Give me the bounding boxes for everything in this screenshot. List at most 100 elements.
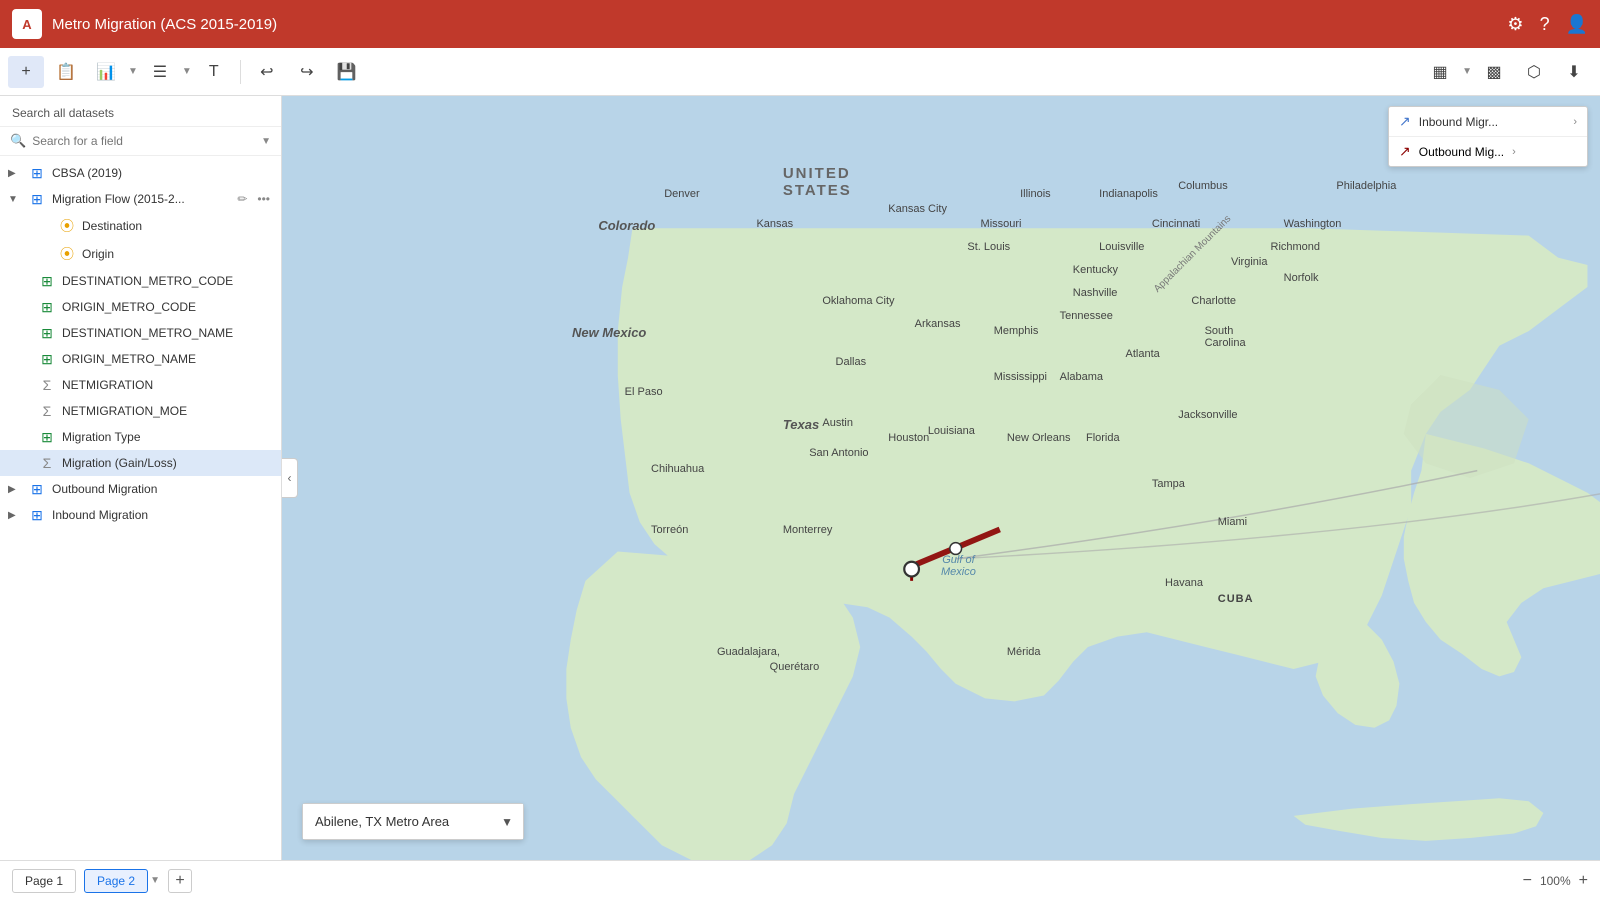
expand-arrow-cbsa: ▶ (8, 168, 22, 179)
help-icon[interactable]: ? (1540, 14, 1550, 35)
geo-icon-destination: ⦿ (58, 216, 76, 236)
toolbar-right: ▦ ▼ ▩ ⬡ ⬇ (1422, 56, 1592, 88)
zoom-in-button[interactable]: + (1579, 872, 1588, 890)
map-button[interactable]: ⬡ (1516, 56, 1552, 88)
map-legend-card: ↗ Inbound Migr... › ↗ Page 1 Outbound Mi… (1388, 106, 1588, 167)
measure-icon-origin-name: ⊞ (38, 351, 56, 368)
field-label-migration-gainloss: Migration (Gain/Loss) (62, 456, 177, 470)
sidebar-collapse-button[interactable]: ‹ (282, 458, 298, 498)
measure-icon-migration-type: ⊞ (38, 429, 56, 446)
metro-dropdown-wrapper[interactable]: Abilene, TX Metro Area Austin, TX Metro … (303, 804, 523, 839)
field-label-netmigration-moe: NETMIGRATION_MOE (62, 404, 187, 418)
dataset-item-cbsa[interactable]: ▶ ⊞ CBSA (2019) (0, 160, 281, 186)
measure-icon-dest-code: ⊞ (38, 273, 56, 290)
zoom-out-button[interactable]: − (1523, 872, 1532, 890)
dataset-item-migration-flow[interactable]: ▼ ⊞ Migration Flow (2015-2... ✏ ••• (0, 186, 281, 212)
zoom-controls: − 100% + (1523, 872, 1588, 890)
page2-dropdown-arrow[interactable]: ▼ (150, 875, 160, 886)
download-button[interactable]: ⬇ (1556, 56, 1592, 88)
inbound-legend-icon: ↗ (1399, 113, 1411, 130)
settings-icon[interactable]: ⚙ (1507, 14, 1523, 35)
text-button[interactable]: T (196, 56, 232, 88)
top-icons: ⚙ ? 👤 (1507, 14, 1588, 35)
search-input[interactable] (32, 134, 255, 148)
dataset-item-inbound[interactable]: ▶ ⊞ Inbound Migration (0, 502, 281, 528)
chart-button[interactable]: 📊 (88, 56, 124, 88)
statusbar: Page 1 Page 2 ▼ + − 100% + (0, 860, 1600, 900)
dataset-label-migration: Migration Flow (2015-2... (52, 192, 185, 206)
legend-outbound-text: Outbound Mig... (1419, 145, 1504, 159)
search-box: 🔍 ▼ (0, 127, 281, 156)
grid2-button[interactable]: ▩ (1476, 56, 1512, 88)
field-label-origin: Origin (82, 247, 114, 261)
main-content: Search all datasets 🔍 ▼ ▶ ⊞ CBSA (2019) … (0, 96, 1600, 860)
undo-button[interactable]: ↩ (249, 56, 285, 88)
toolbar-separator-1 (240, 60, 241, 84)
field-label-dest-metro-name: DESTINATION_METRO_NAME (62, 326, 233, 340)
sidebar-header: Search all datasets (0, 96, 281, 127)
app-logo: A (12, 9, 42, 39)
field-label-dest-metro-code: DESTINATION_METRO_CODE (62, 274, 233, 288)
field-origin-metro-code[interactable]: ⊞ ORIGIN_METRO_CODE (0, 294, 281, 320)
legend-outbound-arrow: › (1512, 146, 1516, 158)
zoom-level: 100% (1540, 874, 1571, 888)
field-origin[interactable]: ⦿ Origin (0, 240, 281, 268)
metro-dropdown-select[interactable]: Abilene, TX Metro Area Austin, TX Metro … (303, 804, 523, 839)
field-destination[interactable]: ⦿ Destination (0, 212, 281, 240)
legend-inbound-label: Inbound Migr... (1419, 115, 1566, 129)
field-migration-gainloss[interactable]: Σ Migration (Gain/Loss) (0, 450, 281, 476)
field-dest-metro-code[interactable]: ⊞ DESTINATION_METRO_CODE (0, 268, 281, 294)
map-area[interactable]: ‹ (282, 96, 1600, 860)
search-dropdown-arrow[interactable]: ▼ (261, 136, 271, 147)
field-netmigration-moe[interactable]: Σ NETMIGRATION_MOE (0, 398, 281, 424)
geo-icon-origin: ⦿ (58, 244, 76, 264)
map-svg (282, 96, 1600, 860)
measure-icon-dest-name: ⊞ (38, 325, 56, 342)
topbar: A Metro Migration (ACS 2015-2019) ⚙ ? 👤 (0, 0, 1600, 48)
field-label-migration-type: Migration Type (62, 430, 141, 444)
legend-inbound[interactable]: ↗ Inbound Migr... › (1389, 107, 1587, 137)
table-icon-migration: ⊞ (28, 191, 46, 208)
field-netmigration[interactable]: Σ NETMIGRATION (0, 372, 281, 398)
field-label-origin-metro-name: ORIGIN_METRO_NAME (62, 352, 196, 366)
table-button[interactable]: ☰ (142, 56, 178, 88)
legend-outbound[interactable]: ↗ Page 1 Outbound Mig... › (1389, 137, 1587, 166)
page2-button[interactable]: Page 2 (84, 869, 148, 893)
dataset-label-outbound: Outbound Migration (52, 482, 157, 496)
table-icon-cbsa: ⊞ (28, 165, 46, 182)
sidebar: Search all datasets 🔍 ▼ ▶ ⊞ CBSA (2019) … (0, 96, 282, 860)
calc-icon-netmigration-moe: Σ (38, 403, 56, 419)
dataset-list: ▶ ⊞ CBSA (2019) ▼ ⊞ Migration Flow (2015… (0, 156, 281, 860)
metro-dropdown-container[interactable]: Abilene, TX Metro Area Austin, TX Metro … (302, 803, 524, 840)
field-migration-type[interactable]: ⊞ Migration Type (0, 424, 281, 450)
user-icon[interactable]: 👤 (1566, 14, 1588, 35)
grid1-button[interactable]: ▦ (1422, 56, 1458, 88)
page1-button[interactable]: Page 1 (12, 869, 76, 893)
redo-button[interactable]: ↪ (289, 56, 325, 88)
more-icon[interactable]: ••• (254, 191, 273, 207)
calc-icon-netmigration: Σ (38, 377, 56, 393)
sheet-button[interactable]: 📋 (48, 56, 84, 88)
outbound-legend-icon: ↗ (1399, 143, 1411, 160)
toolbar: + 📋 📊 ▼ ☰ ▼ T ↩ ↪ 💾 ▦ ▼ ▩ ⬡ ⬇ (0, 48, 1600, 96)
dataset-label-inbound: Inbound Migration (52, 508, 148, 522)
save-button[interactable]: 💾 (329, 56, 365, 88)
app-title: Metro Migration (ACS 2015-2019) (52, 16, 1497, 33)
edit-icon[interactable]: ✏ (234, 191, 250, 207)
dataset-actions: ✏ ••• (234, 191, 273, 207)
expand-arrow-migration: ▼ (8, 194, 22, 205)
add-button[interactable]: + (8, 56, 44, 88)
legend-inbound-arrow: › (1573, 116, 1577, 128)
calc-icon-gainloss: Σ (38, 455, 56, 471)
measure-icon-origin-code: ⊞ (38, 299, 56, 316)
field-dest-metro-name[interactable]: ⊞ DESTINATION_METRO_NAME (0, 320, 281, 346)
search-icon: 🔍 (10, 133, 26, 149)
add-page-button[interactable]: + (168, 869, 192, 893)
field-label-destination: Destination (82, 219, 142, 233)
dataset-item-outbound[interactable]: ▶ ⊞ Outbound Migration (0, 476, 281, 502)
expand-arrow-inbound: ▶ (8, 510, 22, 521)
page2-container: Page 2 ▼ (84, 869, 160, 893)
table-icon-outbound: ⊞ (28, 481, 46, 498)
dataset-label-cbsa: CBSA (2019) (52, 166, 122, 180)
field-origin-metro-name[interactable]: ⊞ ORIGIN_METRO_NAME (0, 346, 281, 372)
